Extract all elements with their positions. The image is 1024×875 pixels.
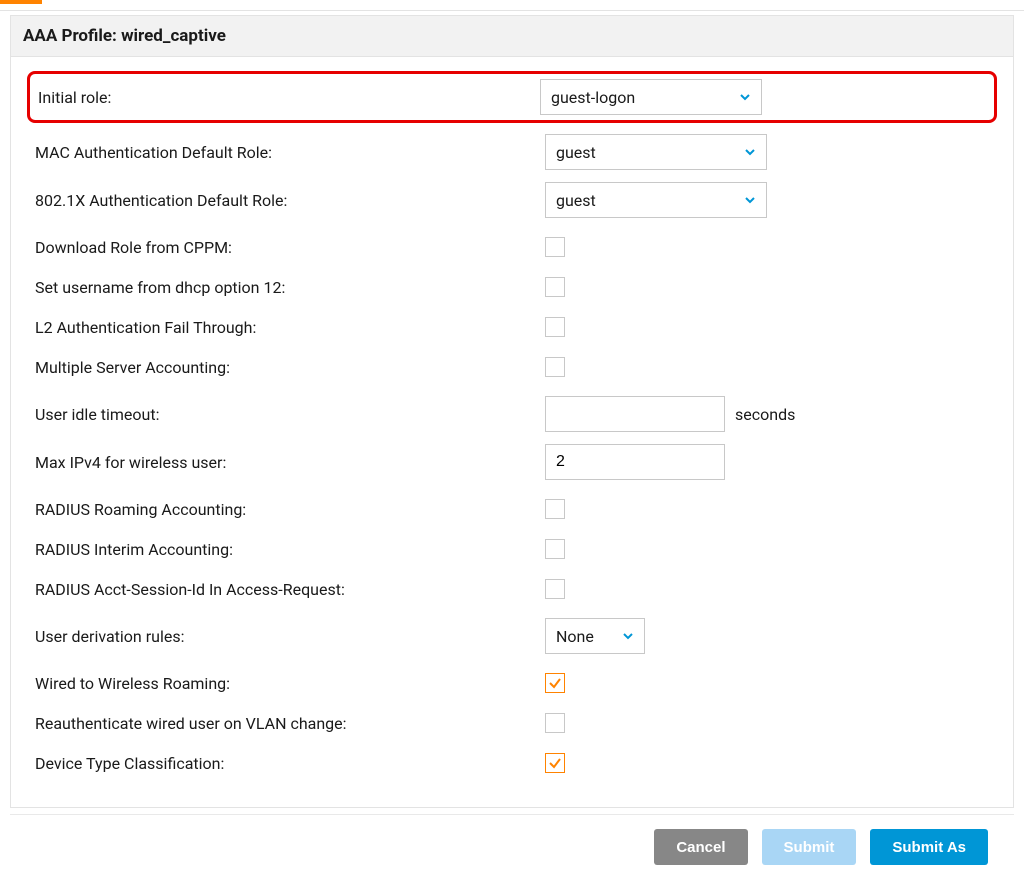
row-set-username-dhcp12: Set username from dhcp option 12: <box>35 267 989 307</box>
row-reauth-wired-vlan: Reauthenticate wired user on VLAN change… <box>35 703 989 743</box>
label-device-type-classification: Device Type Classification: <box>35 754 545 773</box>
chevron-down-icon <box>739 91 751 103</box>
label-radius-interim-accounting: RADIUS Interim Accounting: <box>35 540 545 559</box>
chevron-down-icon <box>744 146 756 158</box>
divider-top <box>0 10 1024 11</box>
label-user-idle-timeout: User idle timeout: <box>35 405 545 424</box>
label-l2-auth-fail-through: L2 Authentication Fail Through: <box>35 318 545 337</box>
label-wired-wireless-roaming: Wired to Wireless Roaming: <box>35 674 545 693</box>
row-multiple-server-accounting: Multiple Server Accounting: <box>35 347 989 387</box>
checkbox-set-username-dhcp12[interactable] <box>545 277 565 297</box>
label-initial-role: Initial role: <box>38 88 540 107</box>
select-user-derivation-rules-value: None <box>556 627 594 646</box>
select-user-derivation-rules[interactable]: None <box>545 618 645 654</box>
accent-strip <box>0 0 42 4</box>
submit-as-button[interactable]: Submit As <box>870 829 988 865</box>
checkbox-device-type-classification[interactable] <box>545 753 565 773</box>
chevron-down-icon <box>622 630 634 642</box>
panel-title: AAA Profile: wired_captive <box>11 16 1013 57</box>
row-user-derivation-rules: User derivation rules: None <box>35 615 989 657</box>
label-radius-roaming-accounting: RADIUS Roaming Accounting: <box>35 500 545 519</box>
chevron-down-icon <box>744 194 756 206</box>
input-user-idle-timeout[interactable] <box>545 396 725 432</box>
checkbox-radius-interim-accounting[interactable] <box>545 539 565 559</box>
select-initial-role-value: guest-logon <box>551 88 635 107</box>
checkbox-l2-auth-fail-through[interactable] <box>545 317 565 337</box>
row-dot1x-auth-role: 802.1X Authentication Default Role: gues… <box>35 179 989 221</box>
label-mac-auth-role: MAC Authentication Default Role: <box>35 143 545 162</box>
checkbox-download-role-cppm[interactable] <box>545 237 565 257</box>
label-dot1x-auth-role: 802.1X Authentication Default Role: <box>35 191 545 210</box>
select-mac-auth-role-value: guest <box>556 143 596 162</box>
row-mac-auth-role: MAC Authentication Default Role: guest <box>35 131 989 173</box>
row-initial-role: Initial role: guest-logon <box>27 71 997 123</box>
input-max-ipv4-wireless[interactable] <box>545 444 725 480</box>
row-wired-wireless-roaming: Wired to Wireless Roaming: <box>35 663 989 703</box>
row-radius-roaming-accounting: RADIUS Roaming Accounting: <box>35 489 989 529</box>
row-user-idle-timeout: User idle timeout: seconds <box>35 393 989 435</box>
label-multiple-server-accounting: Multiple Server Accounting: <box>35 358 545 377</box>
checkbox-wired-wireless-roaming[interactable] <box>545 673 565 693</box>
checkbox-reauth-wired-vlan[interactable] <box>545 713 565 733</box>
row-device-type-classification: Device Type Classification: <box>35 743 989 783</box>
checkbox-radius-roaming-accounting[interactable] <box>545 499 565 519</box>
row-l2-auth-fail-through: L2 Authentication Fail Through: <box>35 307 989 347</box>
select-mac-auth-role[interactable]: guest <box>545 134 767 170</box>
aaa-profile-panel: AAA Profile: wired_captive Initial role:… <box>10 15 1014 808</box>
footer-bar: Cancel Submit Submit As <box>10 814 1014 875</box>
row-max-ipv4-wireless: Max IPv4 for wireless user: <box>35 441 989 483</box>
row-radius-acct-session-id: RADIUS Acct-Session-Id In Access-Request… <box>35 569 989 609</box>
unit-user-idle-timeout: seconds <box>735 405 795 424</box>
checkbox-multiple-server-accounting[interactable] <box>545 357 565 377</box>
select-initial-role[interactable]: guest-logon <box>540 79 762 115</box>
label-max-ipv4-wireless: Max IPv4 for wireless user: <box>35 453 545 472</box>
panel-body: Initial role: guest-logon MAC Authentica… <box>11 57 1013 807</box>
cancel-button[interactable]: Cancel <box>654 829 747 865</box>
label-reauth-wired-vlan: Reauthenticate wired user on VLAN change… <box>35 714 545 733</box>
checkbox-radius-acct-session-id[interactable] <box>545 579 565 599</box>
label-radius-acct-session-id: RADIUS Acct-Session-Id In Access-Request… <box>35 580 545 599</box>
label-set-username-dhcp12: Set username from dhcp option 12: <box>35 278 545 297</box>
row-radius-interim-accounting: RADIUS Interim Accounting: <box>35 529 989 569</box>
select-dot1x-auth-role-value: guest <box>556 191 596 210</box>
label-user-derivation-rules: User derivation rules: <box>35 627 545 646</box>
submit-button[interactable]: Submit <box>762 829 857 865</box>
row-download-role-cppm: Download Role from CPPM: <box>35 227 989 267</box>
label-download-role-cppm: Download Role from CPPM: <box>35 238 545 257</box>
select-dot1x-auth-role[interactable]: guest <box>545 182 767 218</box>
